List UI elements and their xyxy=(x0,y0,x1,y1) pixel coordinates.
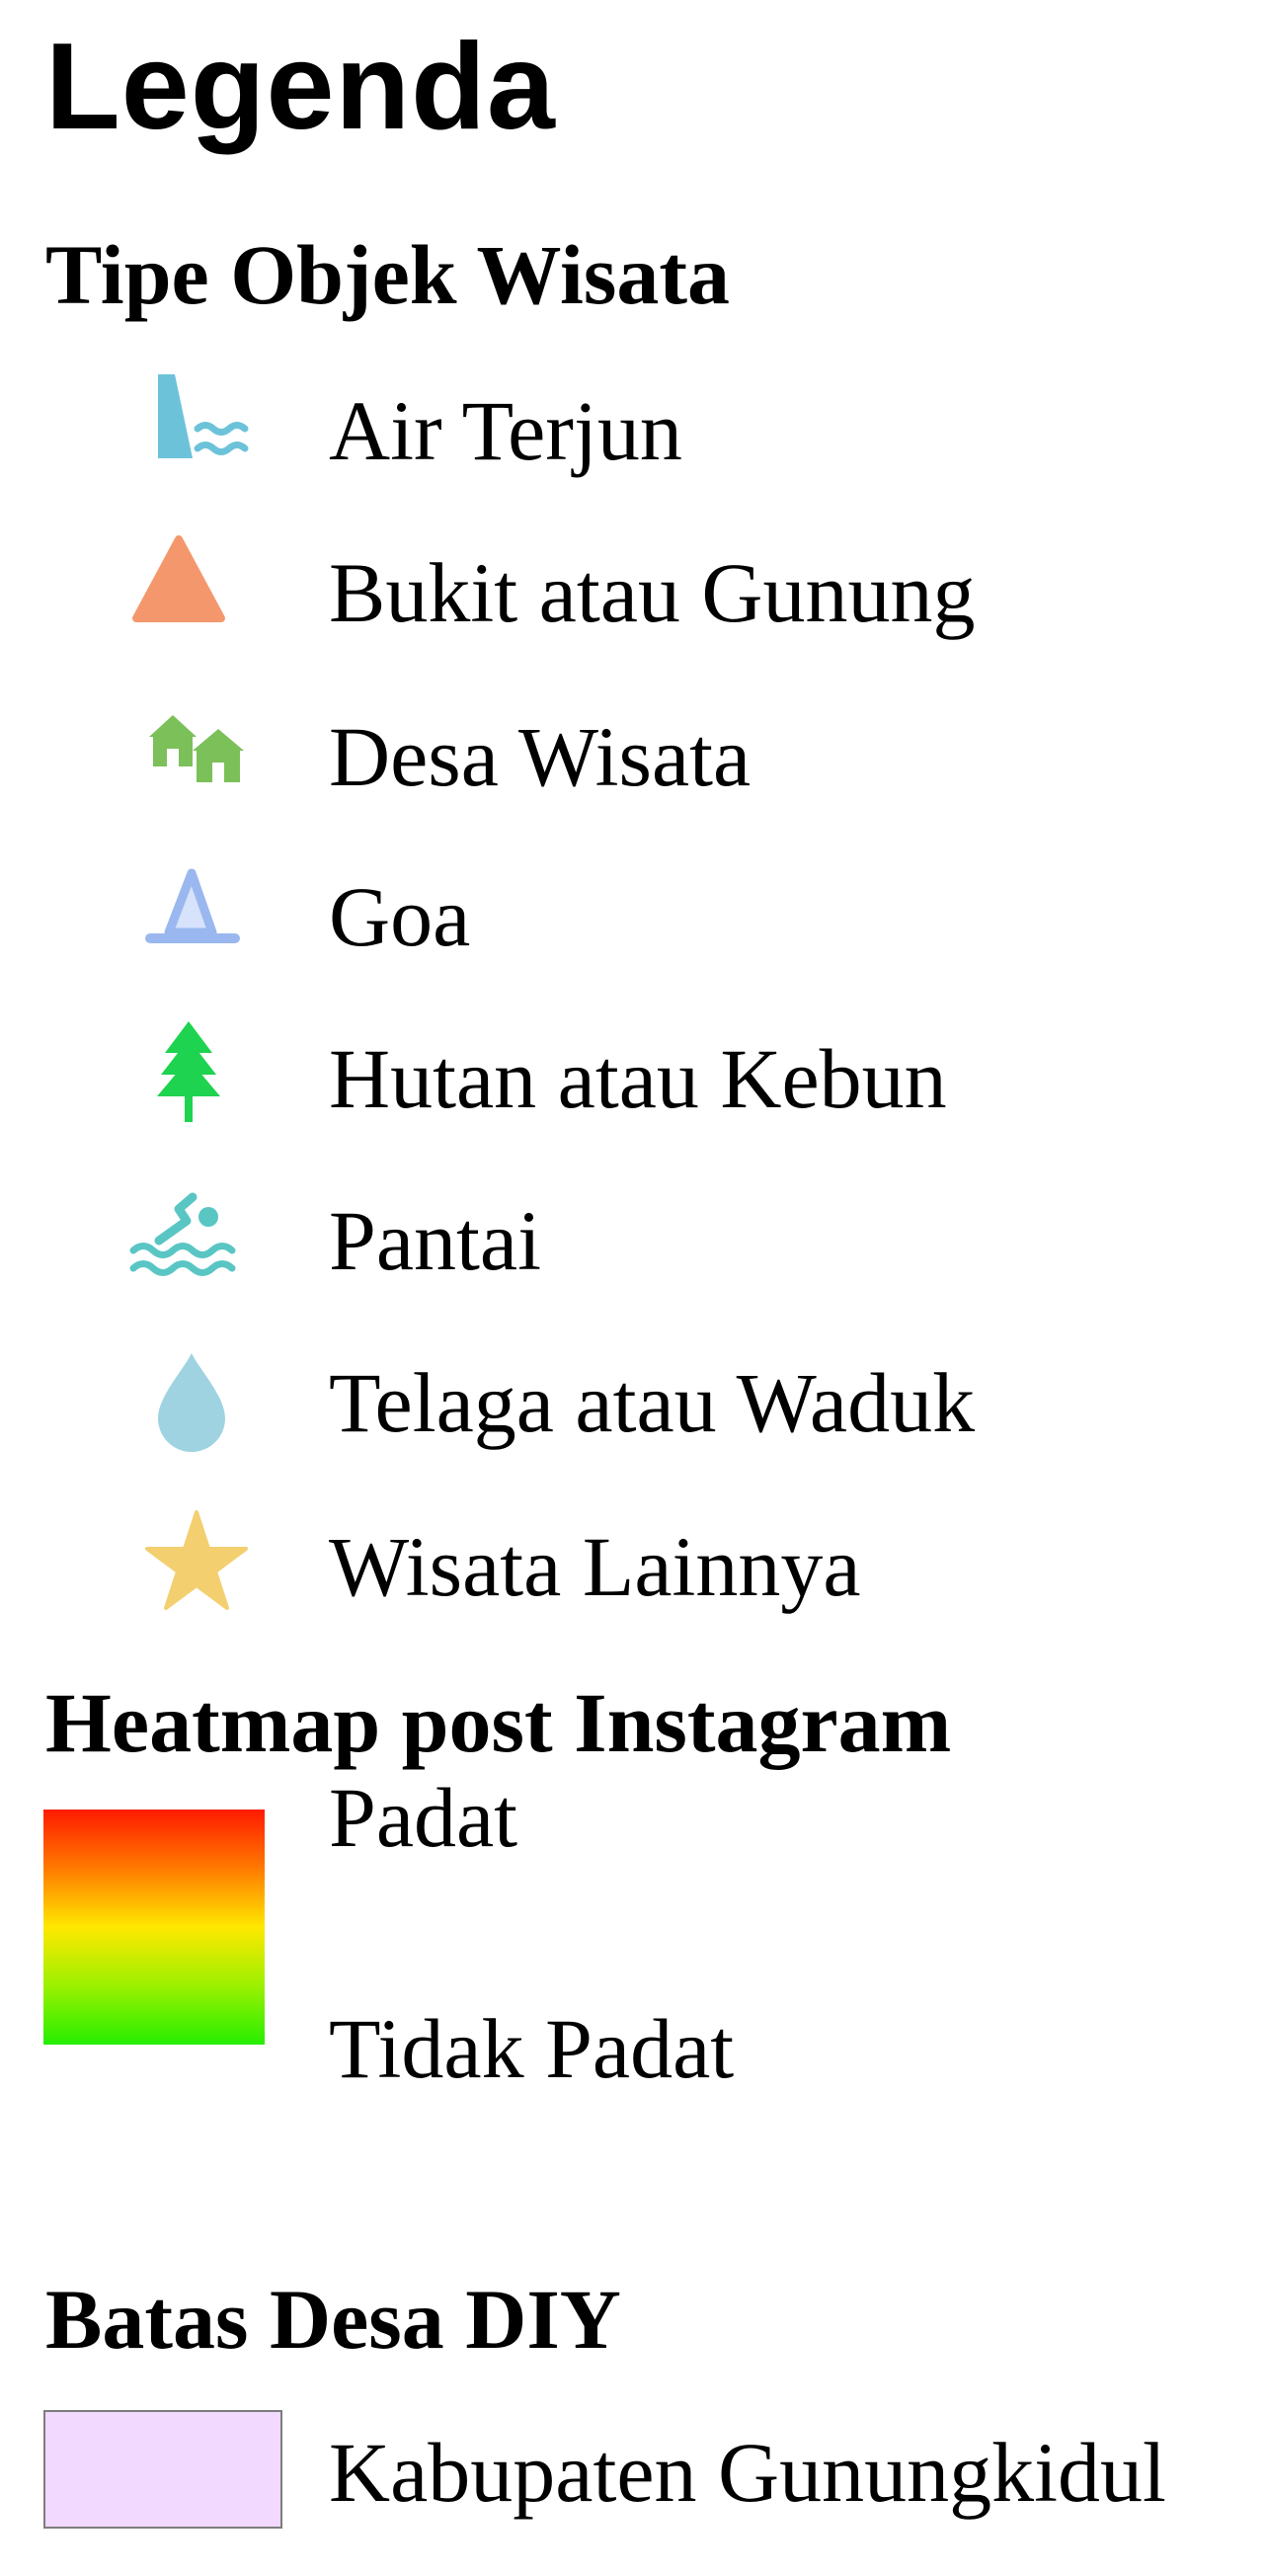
legend-item-hutan-atau-kebun: Hutan atau Kebun xyxy=(0,1000,1266,1158)
boundary-label: Kabupaten Gunungkidul xyxy=(329,2425,1166,2520)
boundary-color-swatch xyxy=(43,2410,282,2529)
map-legend: Legenda Tipe Objek Wisata Air Terjun Buk… xyxy=(0,0,1266,2576)
cave-icon xyxy=(114,838,272,996)
waterfall-icon xyxy=(114,352,272,510)
legend-item-goa: Goa xyxy=(0,838,1266,996)
tree-icon xyxy=(114,1000,272,1158)
legend-item-label: Hutan atau Kebun xyxy=(329,1031,947,1126)
legend-item-bukit-atau-gunung: Bukit atau Gunung xyxy=(0,514,1266,672)
village-icon xyxy=(114,678,272,836)
heatmap-low-label: Tidak Padat xyxy=(329,2001,735,2096)
legend-item-pantai: Pantai xyxy=(0,1162,1266,1320)
legend-item-label: Goa xyxy=(329,869,471,964)
legend-title: Legenda xyxy=(45,19,556,155)
heatmap-high-label: Padat xyxy=(329,1770,518,1865)
legend-item-label: Desa Wisata xyxy=(329,709,752,804)
legend-item-label: Pantai xyxy=(329,1193,541,1288)
legend-item-telaga-atau-waduk: Telaga atau Waduk xyxy=(0,1324,1266,1482)
legend-item-label: Wisata Lainnya xyxy=(329,1519,861,1614)
mountain-icon xyxy=(114,514,272,672)
heatmap-gradient-bar xyxy=(43,1810,265,2045)
tourism-type-section-title: Tipe Objek Wisata xyxy=(45,227,730,322)
boundary-section-title: Batas Desa DIY xyxy=(45,2272,621,2367)
water-drop-icon xyxy=(114,1324,272,1482)
legend-item-air-terjun: Air Terjun xyxy=(0,352,1266,510)
legend-item-desa-wisata: Desa Wisata xyxy=(0,678,1266,836)
star-icon xyxy=(114,1488,272,1646)
legend-item-wisata-lainnya: Wisata Lainnya xyxy=(0,1488,1266,1646)
legend-item-label: Telaga atau Waduk xyxy=(329,1355,976,1450)
legend-item-label: Bukit atau Gunung xyxy=(329,545,976,640)
heatmap-section-title: Heatmap post Instagram xyxy=(45,1675,952,1770)
swimmer-icon xyxy=(114,1162,272,1320)
legend-item-label: Air Terjun xyxy=(329,383,682,478)
